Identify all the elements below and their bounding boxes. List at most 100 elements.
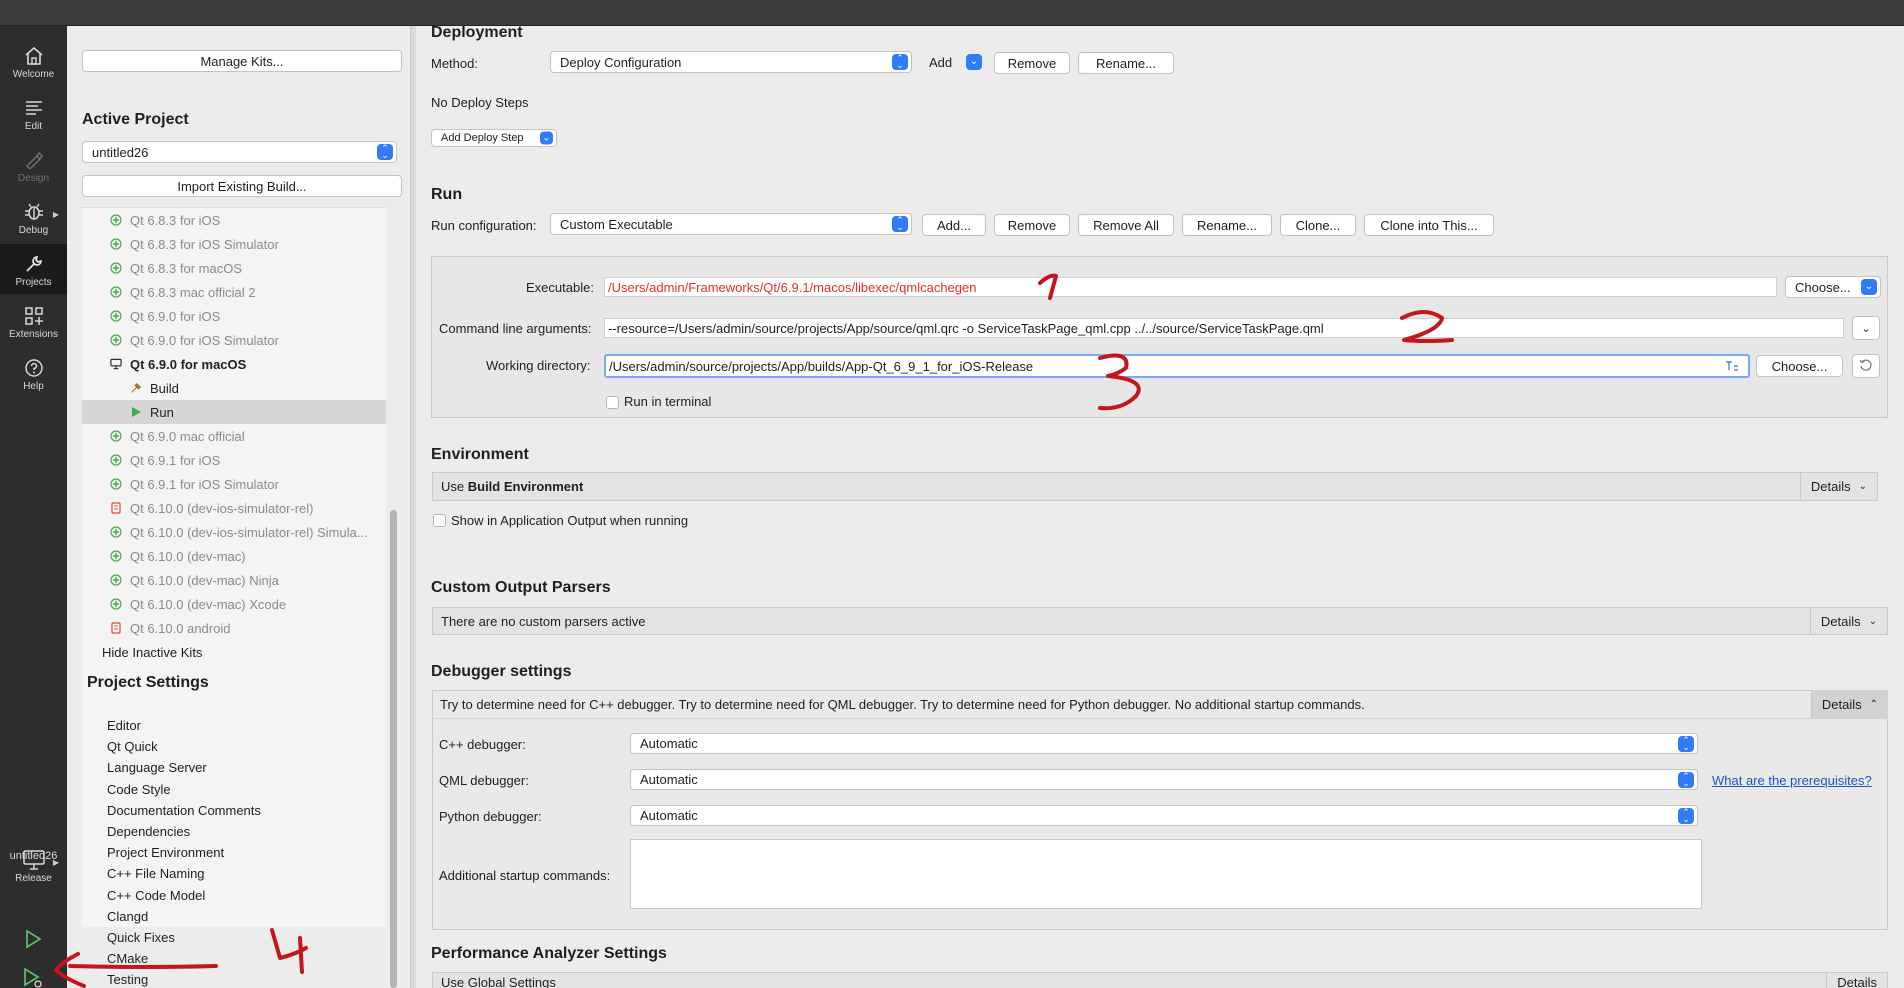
active-project-combo[interactable]: untitled26 ⌃ ⌄ [82,141,397,163]
debugger-details-button[interactable]: Details ⌃ [1810,690,1888,718]
hammer-icon [130,382,142,394]
args-input[interactable]: --resource=/Users/admin/source/projects/… [604,318,1844,338]
workdir-reset-button[interactable] [1852,354,1880,378]
add-kit-icon [110,238,122,250]
mode-projects[interactable]: Projects [0,244,67,294]
project-settings-item[interactable]: CMake [107,951,148,966]
wrench-icon [24,251,44,277]
debug-play-icon [22,966,44,988]
kit-item[interactable]: Qt 6.10.0 (dev-mac) Ninja [82,568,386,592]
run-rename-button[interactable]: Rename... [1182,214,1272,236]
show-in-output-checkbox[interactable] [433,514,446,527]
workdir-choose-button[interactable]: Choose... [1756,355,1843,377]
expand-arrow-icon: ▶ [52,858,59,867]
add-kit-icon [110,310,122,322]
kit-item[interactable]: Qt 6.8.3 for iOS [82,208,386,232]
mode-design[interactable]: Design [0,140,67,190]
project-settings-item[interactable]: Editor [107,718,141,733]
qml-debugger-label: QML debugger: [439,773,529,788]
perf-analyzer-summary: Use Global Settings [441,975,556,988]
hide-inactive-kits-toggle[interactable]: Hide Inactive Kits [82,640,386,664]
kit-sub-build[interactable]: Build [82,376,386,400]
add-deploy-step-button[interactable]: Add Deploy Step ⌄ [431,129,557,147]
run-clone-into-button[interactable]: Clone into This... [1364,214,1494,236]
error-kit-icon [110,502,122,514]
mode-label: Help [23,380,44,392]
project-settings-item[interactable]: Documentation Comments [107,803,261,818]
cpp-debugger-label: C++ debugger: [439,737,526,752]
kit-label: Qt 6.9.0 for iOS Simulator [130,332,279,348]
python-debugger-value: Automatic [640,808,698,823]
manage-kits-button[interactable]: Manage Kits... [82,50,402,72]
kit-item[interactable]: Qt 6.10.0 (dev-mac) Xcode [82,592,386,616]
kit-item[interactable]: Qt 6.8.3 for macOS [82,256,386,280]
updown-chevron-icon: ⌃ ⌄ [1678,735,1694,752]
run-remove-all-button[interactable]: Remove All [1078,214,1174,236]
kit-item[interactable]: Qt 6.9.0 for iOS [82,304,386,328]
run-in-terminal-checkbox[interactable] [606,396,619,409]
project-settings-item[interactable]: Code Style [107,782,171,797]
args-expand-button[interactable]: ⌄ [1852,316,1880,340]
project-settings-item[interactable]: Language Server [107,760,207,775]
chevron-down-icon: ⌄ [966,54,982,70]
prerequisites-link[interactable]: What are the prerequisites? [1712,773,1872,788]
run-config-combo[interactable]: Custom Executable ⌃ ⌄ [550,213,912,235]
project-settings-item[interactable]: C++ File Naming [107,866,205,881]
environment-details-button[interactable]: Details ⌄ [1799,473,1877,500]
run-button[interactable] [18,925,48,955]
mode-label: Design [17,172,50,184]
executable-input[interactable]: /Users/admin/Frameworks/Qt/6.9.1/macos/l… [604,277,1777,297]
debugger-summary-bar: Try to determine need for C++ debugger. … [432,690,1888,719]
mode-welcome[interactable]: Welcome [0,36,67,86]
add-kit-icon [110,214,122,226]
variables-icon[interactable] [1724,359,1740,373]
custom-parsers-details-button[interactable]: Details ⌄ [1809,608,1887,634]
project-settings-item[interactable]: C++ Code Model [107,888,205,903]
perf-details-button[interactable]: Details [1826,973,1887,988]
kit-item-active[interactable]: Qt 6.9.0 for macOS [82,352,386,376]
deploy-add-button[interactable]: Add ⌄ [920,51,985,73]
mode-debug[interactable]: Debug ▶ [0,192,67,242]
mode-extensions[interactable]: Extensions [0,296,67,346]
kit-item[interactable]: Qt 6.8.3 mac official 2 [82,280,386,304]
run-clone-button[interactable]: Clone... [1280,214,1356,236]
kit-item[interactable]: Qt 6.9.1 for iOS Simulator [82,472,386,496]
cpp-debugger-combo[interactable]: Automatic ⌃ ⌄ [630,733,1698,754]
project-settings-item[interactable]: Testing [107,972,148,987]
project-settings-item[interactable]: Clangd [107,909,148,924]
kit-item[interactable]: Qt 6.10.0 (dev-ios-simulator-rel) [82,496,386,520]
kit-item[interactable]: Qt 6.10.0 (dev-mac) [82,544,386,568]
run-remove-button[interactable]: Remove [994,214,1070,236]
kit-item[interactable]: Qt 6.10.0 android [82,616,386,640]
kit-item[interactable]: Qt 6.8.3 for iOS Simulator [82,232,386,256]
kit-item[interactable]: Qt 6.10.0 (dev-ios-simulator-rel) Simula… [82,520,386,544]
executable-choose-button[interactable]: Choose... ⌄ [1785,276,1881,298]
run-add-button[interactable]: Add... [922,214,986,236]
project-settings-item[interactable]: Dependencies [107,824,190,839]
kit-item[interactable]: Qt 6.9.1 for iOS [82,448,386,472]
mode-edit[interactable]: Edit [0,88,67,138]
debug-run-button[interactable] [18,964,48,988]
add-kit-icon [110,262,122,274]
qml-debugger-combo[interactable]: Automatic ⌃ ⌄ [630,769,1698,790]
python-debugger-combo[interactable]: Automatic ⌃ ⌄ [630,805,1698,826]
project-settings-item[interactable]: Qt Quick [107,739,158,754]
project-settings-item[interactable]: Quick Fixes [107,930,175,945]
environment-summary-bar: Use Build Environment Details ⌄ [432,472,1878,501]
startup-commands-textarea[interactable] [630,839,1702,909]
mode-help[interactable]: Help [0,348,67,398]
kit-item[interactable]: Qt 6.9.0 for iOS Simulator [82,328,386,352]
qml-debugger-value: Automatic [640,772,698,787]
target-selector[interactable]: Release ▶ [0,840,67,890]
import-existing-build-button[interactable]: Import Existing Build... [82,175,402,197]
workdir-input[interactable]: /Users/admin/source/projects/App/builds/… [604,354,1750,378]
deploy-method-combo[interactable]: Deploy Configuration ⌃ ⌄ [550,51,912,73]
kit-list-scrollbar[interactable] [390,510,397,988]
project-settings-item[interactable]: Project Environment [107,845,224,860]
deploy-remove-button[interactable]: Remove [994,52,1070,74]
kit-item[interactable]: Qt 6.9.0 mac official [82,424,386,448]
add-kit-icon [110,526,122,538]
deploy-rename-button[interactable]: Rename... [1078,52,1174,74]
design-icon [24,147,44,173]
kit-sub-run[interactable]: Run [82,400,386,424]
